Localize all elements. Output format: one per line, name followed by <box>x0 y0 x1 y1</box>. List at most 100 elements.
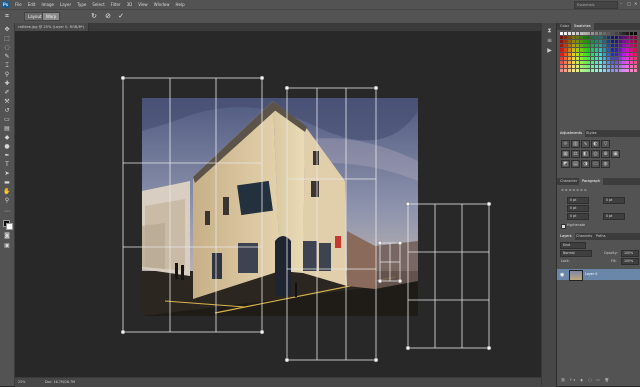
brightness-icon[interactable]: ☼ <box>561 140 570 148</box>
color-swatch[interactable] <box>602 56 607 60</box>
color-swatch[interactable] <box>560 52 564 56</box>
color-swatch[interactable] <box>571 60 575 64</box>
color-swatch[interactable] <box>622 48 626 52</box>
eye-icon[interactable]: ◉ <box>560 272 564 278</box>
color-swatch[interactable] <box>606 60 610 64</box>
color-swatch[interactable] <box>599 32 603 36</box>
invert-icon[interactable]: ◩ <box>561 160 570 168</box>
color-swatch[interactable] <box>587 48 591 52</box>
color-swatch[interactable] <box>602 64 607 68</box>
color-swatch[interactable] <box>583 68 587 73</box>
color-swatch[interactable] <box>567 36 571 40</box>
color-swatch[interactable] <box>602 52 607 56</box>
color-swatch[interactable] <box>634 40 638 44</box>
menu-view[interactable]: View <box>138 1 148 8</box>
color-swatch[interactable] <box>575 40 579 44</box>
color-swatch[interactable] <box>595 40 599 44</box>
close-button[interactable]: ✕ <box>634 1 638 6</box>
clone-stamp-tool-icon[interactable]: ⚒ <box>3 99 11 105</box>
screen-mode-icon[interactable]: ▣ <box>3 243 11 249</box>
color-swatch[interactable] <box>599 40 603 44</box>
color-swatch[interactable] <box>602 60 607 64</box>
color-swatch[interactable] <box>571 52 575 56</box>
color-swatch[interactable] <box>622 60 626 64</box>
color-lookup-icon[interactable]: ▣ <box>611 150 620 158</box>
color-swatch[interactable] <box>563 32 568 36</box>
color-swatch[interactable] <box>595 60 599 64</box>
menu-select[interactable]: Select <box>92 1 104 8</box>
color-swatch[interactable] <box>571 32 575 36</box>
color-swatch[interactable] <box>595 48 599 52</box>
color-swatch[interactable] <box>610 64 614 68</box>
swatches-grid[interactable] <box>560 32 638 74</box>
background-color-swatch[interactable] <box>6 223 13 230</box>
channel-mixer-icon[interactable]: ⊕ <box>601 150 610 158</box>
color-swatch[interactable] <box>575 48 579 52</box>
shape-tool-icon[interactable]: ▬ <box>3 180 11 186</box>
menu-layer[interactable]: Layer <box>60 1 71 8</box>
menu-edit[interactable]: Edit <box>28 1 36 8</box>
layer-filter-kind[interactable]: Kind <box>560 242 586 249</box>
indent-left-field[interactable]: 0 pt <box>567 197 589 204</box>
color-swatch[interactable] <box>606 36 610 40</box>
color-swatch[interactable] <box>599 64 603 68</box>
color-swatch[interactable] <box>591 40 595 44</box>
color-swatch[interactable] <box>567 60 571 64</box>
color-swatch[interactable] <box>626 56 630 60</box>
color-swatch[interactable] <box>575 36 579 40</box>
hyphenate-checkbox[interactable] <box>561 224 566 229</box>
color-swatch[interactable] <box>583 36 587 40</box>
color-swatch[interactable] <box>622 56 626 60</box>
color-swatch[interactable] <box>634 32 638 36</box>
color-swatch[interactable] <box>602 68 607 73</box>
dodge-tool-icon[interactable]: ● <box>3 144 11 150</box>
color-swatch[interactable] <box>595 32 599 36</box>
color-swatch[interactable] <box>591 56 595 60</box>
levels-icon[interactable]: ▥ <box>571 140 580 148</box>
color-swatch[interactable] <box>567 56 571 60</box>
color-swatch[interactable] <box>583 64 587 68</box>
menu-file[interactable]: File <box>15 1 22 8</box>
color-swatch[interactable] <box>606 44 610 48</box>
color-swatch[interactable] <box>614 56 618 60</box>
eyedropper-tool-icon[interactable]: ⚲ <box>3 72 11 78</box>
color-swatch[interactable] <box>563 36 568 40</box>
rotate-icon[interactable]: ↻ <box>90 12 98 20</box>
document-tab[interactable]: rathlee.jpg @ 25% (Layer 0, RGB/8*) ✕ <box>15 23 89 37</box>
color-swatch[interactable] <box>614 60 618 64</box>
color-swatch[interactable] <box>614 36 618 40</box>
layer-row[interactable]: ◉ Layer 0 <box>557 269 640 281</box>
canvas-area[interactable] <box>15 31 556 377</box>
color-swatch[interactable] <box>606 64 610 68</box>
color-swatch[interactable] <box>560 44 564 48</box>
color-swatch[interactable] <box>571 64 575 68</box>
color-swatch[interactable] <box>599 48 603 52</box>
properties-icon[interactable]: ≡ <box>546 37 553 44</box>
color-swatch[interactable] <box>587 32 591 36</box>
color-swatch[interactable] <box>587 68 591 73</box>
color-swatch[interactable] <box>626 40 630 44</box>
color-swatch[interactable] <box>560 32 564 36</box>
marquee-tool-icon[interactable]: ⬚ <box>3 36 11 42</box>
color-swatch[interactable] <box>579 48 583 52</box>
color-swatch[interactable] <box>614 44 618 48</box>
color-swatch[interactable] <box>630 52 634 56</box>
color-swatch[interactable] <box>571 36 575 40</box>
gradient-map-icon[interactable]: ▭ <box>591 160 600 168</box>
color-swatch[interactable] <box>587 64 591 68</box>
color-swatch[interactable] <box>575 32 579 36</box>
space-before-field[interactable]: 0 pt <box>567 213 589 220</box>
tab-paragraph[interactable]: Paragraph <box>579 178 603 185</box>
maximize-button[interactable]: □ <box>627 1 631 6</box>
black-white-icon[interactable]: ◧ <box>581 150 590 158</box>
color-swatch[interactable] <box>579 56 583 60</box>
blend-mode-select[interactable]: Normal <box>560 250 592 257</box>
color-swatch[interactable] <box>575 60 579 64</box>
color-swatch[interactable] <box>591 36 595 40</box>
indent-first-line-field[interactable]: 0 pt <box>567 205 589 212</box>
color-swatch[interactable] <box>634 68 638 73</box>
tab-channels[interactable]: Channels <box>573 233 595 240</box>
color-swatch[interactable] <box>634 60 638 64</box>
color-swatch[interactable] <box>606 40 610 44</box>
commit-icon[interactable]: ✓ <box>117 12 125 20</box>
